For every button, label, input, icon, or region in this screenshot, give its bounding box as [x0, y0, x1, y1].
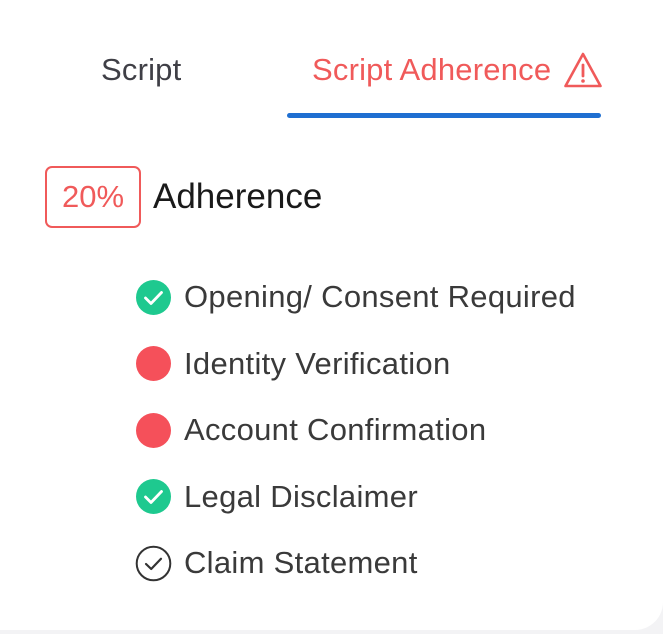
checklist-item-label: Account Confirmation [184, 412, 487, 448]
adherence-checklist: Opening/ Consent Required Identity Verif… [135, 264, 576, 597]
checklist-item-claim-statement: Claim Statement [135, 530, 576, 597]
check-circle-filled-icon [136, 279, 171, 315]
red-dot-icon [136, 412, 171, 448]
checklist-item-label: Claim Statement [184, 545, 418, 581]
tab-bar: Script Script Adherence [0, 0, 663, 124]
check-circle-outline-icon [135, 545, 172, 582]
adherence-percent-badge: 20% [45, 166, 141, 228]
checklist-item-label: Legal Disclaimer [184, 478, 418, 514]
tab-script-adherence-label: Script Adherence [312, 52, 552, 87]
red-dot-icon [136, 346, 171, 382]
script-adherence-panel: Script Script Adherence 20% Adherence Op… [0, 0, 663, 630]
checklist-item-opening-consent: Opening/ Consent Required [135, 264, 576, 331]
active-tab-indicator [287, 113, 601, 118]
checklist-item-account-confirmation: Account Confirmation [135, 397, 576, 464]
checklist-item-label: Opening/ Consent Required [184, 279, 576, 315]
tab-script[interactable]: Script [101, 44, 181, 96]
adherence-summary: 20% Adherence [45, 165, 322, 229]
checklist-item-label: Identity Verification [184, 345, 451, 381]
check-circle-filled-icon [136, 479, 171, 515]
tab-script-adherence[interactable]: Script Adherence [312, 44, 603, 96]
adherence-label: Adherence [153, 177, 323, 216]
checklist-item-legal-disclaimer: Legal Disclaimer [135, 464, 576, 531]
warning-triangle-icon [564, 52, 603, 88]
checklist-item-identity-verification: Identity Verification [135, 331, 576, 398]
tab-script-label: Script [101, 52, 182, 87]
